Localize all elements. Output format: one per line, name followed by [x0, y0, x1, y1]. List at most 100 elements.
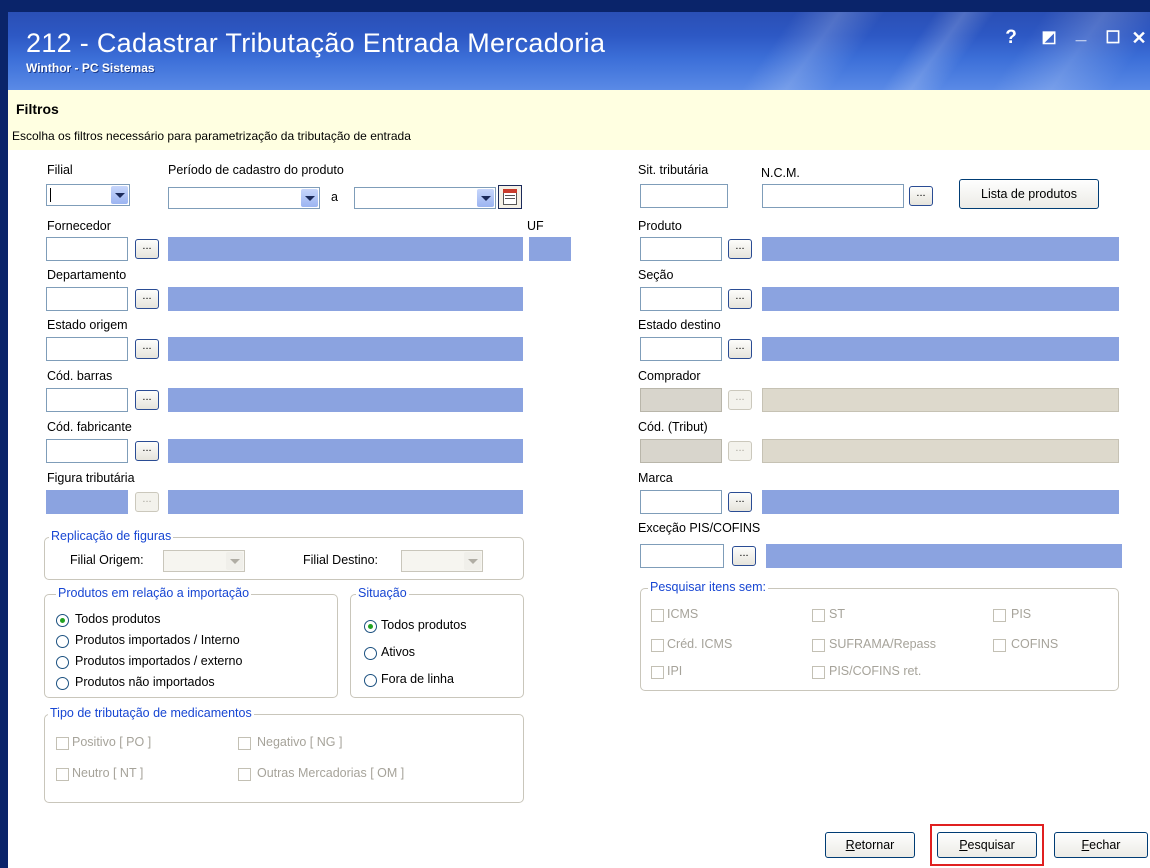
close-icon[interactable]: ✕	[1128, 28, 1150, 48]
estado-destino-label: Estado destino	[638, 318, 721, 332]
comprador-code-input	[640, 388, 722, 412]
cred-icms-label: Créd. ICMS	[667, 637, 733, 651]
minimize-icon[interactable]: _	[1070, 24, 1092, 44]
produto-search-button[interactable]: ...	[728, 239, 752, 259]
importacao-radio-interno[interactable]	[56, 635, 69, 648]
importacao-radio-nao-importados[interactable]	[56, 677, 69, 690]
marca-search-button[interactable]: ...	[728, 492, 752, 512]
cod-tribut-desc-field	[762, 439, 1119, 463]
calendar-icon[interactable]	[498, 185, 522, 209]
periodo-fim-combo[interactable]	[354, 187, 496, 209]
departamento-search-button[interactable]: ...	[135, 289, 159, 309]
lista-produtos-button[interactable]: Lista de produtos	[959, 179, 1099, 209]
periodo-inicio-combo[interactable]	[168, 187, 320, 209]
help-icon[interactable]: ?	[1000, 28, 1022, 48]
marca-code-input[interactable]	[640, 490, 722, 514]
chevron-down-icon[interactable]	[477, 189, 494, 207]
positivo-checkbox[interactable]	[56, 737, 69, 750]
secao-name-field	[762, 287, 1119, 311]
pis-label: PIS	[1011, 607, 1032, 621]
retornar-button[interactable]: Retornar	[825, 832, 915, 858]
retornar-label: etornar	[854, 838, 895, 852]
pesquisar-button[interactable]: Pesquisar	[937, 832, 1037, 858]
importacao-radio-todos[interactable]	[56, 614, 69, 627]
produto-label: Produto	[638, 219, 682, 233]
icms-checkbox[interactable]	[651, 609, 664, 622]
fechar-button[interactable]: Fechar	[1054, 832, 1148, 858]
secao-code-input[interactable]	[640, 287, 722, 311]
situacao-radio-ativos[interactable]	[364, 647, 377, 660]
window-title: 212 - Cadastrar Tributação Entrada Merca…	[26, 28, 606, 58]
fornecedor-search-button[interactable]: ...	[135, 239, 159, 259]
pesquisar-label: esquisar	[967, 838, 1015, 852]
pis-cofins-ret-checkbox[interactable]	[812, 666, 825, 679]
secao-search-button[interactable]: ...	[728, 289, 752, 309]
cod-barras-desc-field	[168, 388, 523, 412]
fechar-label: echar	[1089, 838, 1121, 852]
estado-destino-code-input[interactable]	[640, 337, 722, 361]
excecao-code-input[interactable]	[640, 544, 724, 568]
negativo-checkbox[interactable]	[238, 737, 251, 750]
produto-code-input[interactable]	[640, 237, 722, 261]
figura-tributaria-desc-field	[168, 490, 523, 514]
situacao-option-label: Ativos	[381, 645, 416, 659]
filial-combo[interactable]	[46, 184, 130, 206]
text-cursor	[50, 188, 51, 202]
restore-icon[interactable]: ◩	[1038, 28, 1060, 48]
estado-destino-name-field	[762, 337, 1119, 361]
ipi-checkbox[interactable]	[651, 666, 664, 679]
comprador-search-button: ...	[728, 390, 752, 410]
window-subtitle: Winthor - PC Sistemas	[26, 61, 155, 75]
departamento-code-input[interactable]	[46, 287, 128, 311]
chevron-down-icon[interactable]	[111, 186, 128, 204]
figura-tributaria-search-button: ...	[135, 492, 159, 512]
pis-cofins-ret-label: PIS/COFINS ret.	[829, 664, 922, 678]
replicacao-title: Replicação de figuras	[49, 529, 174, 543]
cred-icms-checkbox[interactable]	[651, 639, 664, 652]
filial-label: Filial	[47, 163, 73, 177]
ncm-search-button[interactable]: ...	[909, 186, 933, 206]
chevron-down-icon[interactable]	[301, 189, 318, 207]
pis-checkbox[interactable]	[993, 609, 1006, 622]
cod-fabricante-input[interactable]	[46, 439, 128, 463]
cod-fabricante-desc-field	[168, 439, 523, 463]
title-bar: 212 - Cadastrar Tributação Entrada Merca…	[8, 12, 1150, 90]
produto-name-field	[762, 237, 1119, 261]
situacao-radio-todos[interactable]	[364, 620, 377, 633]
uf-field	[529, 237, 571, 261]
sit-tributaria-input[interactable]	[640, 184, 728, 208]
estado-destino-search-button[interactable]: ...	[728, 339, 752, 359]
situacao-radio-fora-linha[interactable]	[364, 674, 377, 687]
suframa-checkbox[interactable]	[812, 639, 825, 652]
filial-destino-label: Filial Destino:	[303, 553, 379, 567]
cod-barras-input[interactable]	[46, 388, 128, 412]
cod-fabricante-search-button[interactable]: ...	[135, 441, 159, 461]
comprador-name-field	[762, 388, 1119, 412]
periodo-sep-label: a	[331, 190, 338, 204]
departamento-label: Departamento	[47, 268, 127, 282]
secao-label: Seção	[638, 268, 674, 282]
sit-tributaria-label: Sit. tributária	[638, 163, 709, 177]
outras-mercadorias-checkbox[interactable]	[238, 768, 251, 781]
estado-origem-search-button[interactable]: ...	[135, 339, 159, 359]
maximize-icon[interactable]: ☐	[1102, 28, 1124, 48]
estado-origem-label: Estado origem	[47, 318, 128, 332]
importacao-radio-externo[interactable]	[56, 656, 69, 669]
cod-barras-search-button[interactable]: ...	[135, 390, 159, 410]
importacao-option-label: Produtos importados / Interno	[75, 633, 240, 647]
fornecedor-code-input[interactable]	[46, 237, 128, 261]
cofins-checkbox[interactable]	[993, 639, 1006, 652]
positivo-label: Positivo [ PO ]	[72, 735, 152, 749]
st-checkbox[interactable]	[812, 609, 825, 622]
estado-origem-name-field	[168, 337, 523, 361]
icms-label: ICMS	[667, 607, 699, 621]
importacao-option-label: Todos produtos	[75, 612, 161, 626]
st-label: ST	[829, 607, 845, 621]
filters-title: Filtros	[16, 101, 59, 117]
excecao-search-button[interactable]: ...	[732, 546, 756, 566]
ncm-input[interactable]	[762, 184, 904, 208]
retornar-accel: R	[845, 838, 855, 852]
excecao-pis-cofins-label: Exceção PIS/COFINS	[638, 521, 761, 535]
neutro-checkbox[interactable]	[56, 768, 69, 781]
estado-origem-code-input[interactable]	[46, 337, 128, 361]
